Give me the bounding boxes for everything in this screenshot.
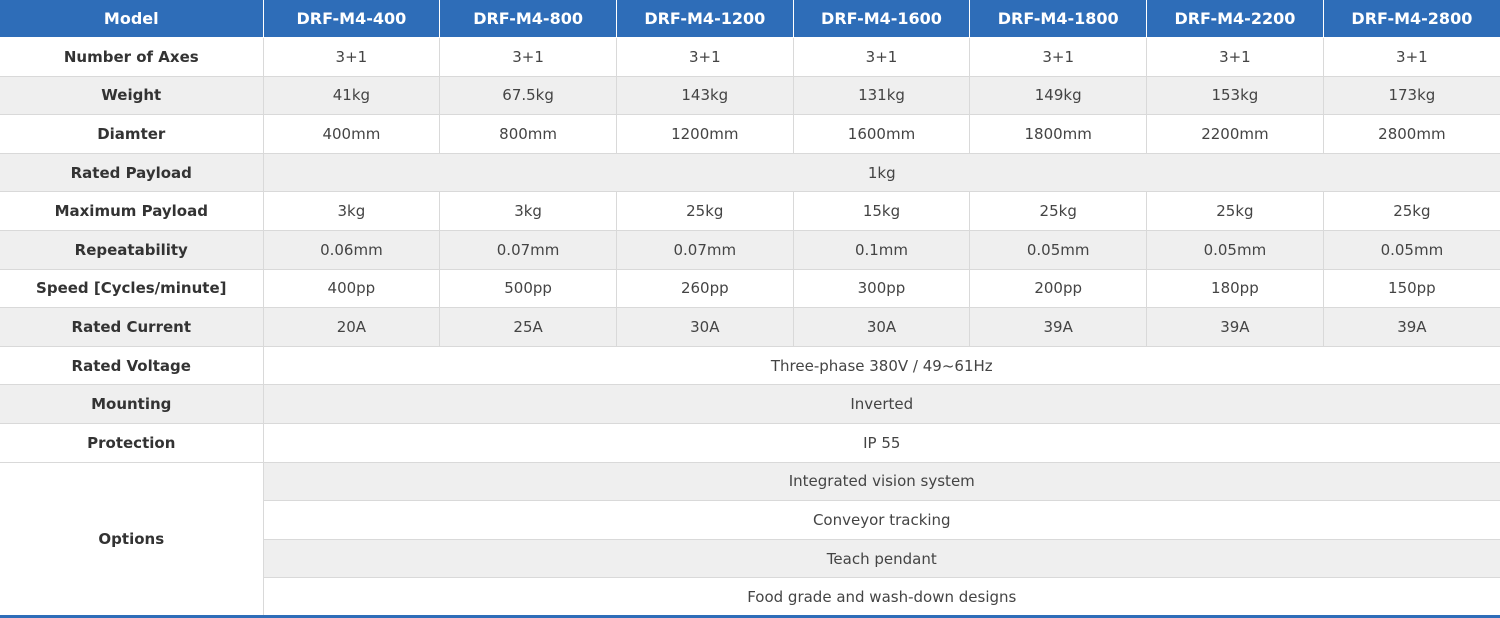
table-cell: 30A	[615, 307, 794, 347]
row-label: Rated Payload	[0, 152, 264, 193]
table-cell-merged: 1kg	[262, 152, 1500, 193]
table-cell-merged: Three-phase 380V / 49~61Hz	[262, 345, 1500, 386]
table-cell: 400mm	[262, 114, 441, 154]
option-item: Integrated vision system	[262, 461, 1500, 502]
row-label: Maximum Payload	[0, 191, 264, 231]
model-header: DRF-M4-400	[262, 0, 441, 38]
row-rated-current: Rated Current 20A 25A 30A 30A 39A 39A 39…	[0, 307, 1500, 347]
table-cell: 150pp	[1322, 268, 1500, 309]
table-cell: 500pp	[439, 268, 617, 309]
table-cell: 25kg	[1146, 191, 1324, 231]
model-header: DRF-M4-1800	[969, 0, 1148, 38]
table-cell: 0.07mm	[439, 229, 617, 270]
option-item: Teach pendant	[263, 538, 1500, 579]
table-cell: 153kg	[1146, 75, 1324, 116]
row-label: Mounting	[0, 384, 264, 424]
table-cell: 149kg	[969, 75, 1148, 116]
table-cell: 39A	[1322, 307, 1500, 347]
table-cell-merged: Inverted	[262, 384, 1500, 424]
table-cell: 2800mm	[1322, 114, 1500, 154]
table-cell: 3+1	[439, 37, 617, 77]
spec-table: Model DRF-M4-400 DRF-M4-800 DRF-M4-1200 …	[0, 0, 1500, 618]
table-cell: 3+1	[262, 37, 441, 77]
spec-table-body: Number of Axes 3+1 3+1 3+1 3+1 3+1 3+1 3…	[0, 37, 1500, 618]
table-cell: 260pp	[615, 268, 794, 309]
table-cell: 0.05mm	[1146, 229, 1324, 270]
row-repeatability: Repeatability 0.06mm 0.07mm 0.07mm 0.1mm…	[0, 229, 1500, 270]
table-cell: 300pp	[792, 268, 971, 309]
table-cell: 3+1	[969, 37, 1148, 77]
row-options: Options Integrated vision system	[0, 461, 1500, 618]
row-maximum-payload: Maximum Payload 3kg 3kg 25kg 15kg 25kg 2…	[0, 191, 1500, 231]
row-weight: Weight 41kg 67.5kg 143kg 131kg 149kg 153…	[0, 75, 1500, 116]
model-header: DRF-M4-800	[439, 0, 617, 38]
table-cell: 800mm	[439, 114, 617, 154]
row-mounting: Mounting Inverted	[0, 384, 1500, 424]
header-row: Model DRF-M4-400 DRF-M4-800 DRF-M4-1200 …	[0, 0, 1500, 38]
table-cell: 15kg	[792, 191, 971, 231]
table-cell: 25kg	[615, 191, 794, 231]
table-cell: 1200mm	[615, 114, 794, 154]
model-header: DRF-M4-2200	[1146, 0, 1324, 38]
table-cell: 143kg	[615, 75, 794, 116]
spec-table-header: Model DRF-M4-400 DRF-M4-800 DRF-M4-1200 …	[0, 0, 1500, 38]
row-label: Weight	[0, 75, 264, 116]
table-cell: 3kg	[262, 191, 441, 231]
table-cell: 1600mm	[792, 114, 971, 154]
table-cell: 0.1mm	[792, 229, 971, 270]
table-cell: 30A	[792, 307, 971, 347]
option-item: Food grade and wash-down designs	[263, 577, 1500, 617]
table-cell: 3kg	[439, 191, 617, 231]
row-number-of-axes: Number of Axes 3+1 3+1 3+1 3+1 3+1 3+1 3…	[0, 37, 1500, 77]
option-item: Conveyor tracking	[263, 500, 1500, 540]
table-cell: 39A	[1146, 307, 1324, 347]
table-cell: 25A	[439, 307, 617, 347]
row-label: Speed [Cycles/minute]	[0, 268, 264, 309]
table-cell-merged: IP 55	[262, 422, 1500, 463]
table-cell: 173kg	[1322, 75, 1500, 116]
row-protection: Protection IP 55	[0, 422, 1500, 463]
table-cell: 41kg	[262, 75, 441, 116]
table-cell: 1800mm	[969, 114, 1148, 154]
table-cell: 3+1	[1322, 37, 1500, 77]
table-cell: 0.07mm	[615, 229, 794, 270]
table-cell: 20A	[262, 307, 441, 347]
table-cell: 2200mm	[1146, 114, 1324, 154]
table-cell: 180pp	[1146, 268, 1324, 309]
table-cell: 3+1	[792, 37, 971, 77]
row-speed: Speed [Cycles/minute] 400pp 500pp 260pp …	[0, 268, 1500, 309]
model-header: DRF-M4-2800	[1322, 0, 1500, 38]
table-cell: 200pp	[969, 268, 1148, 309]
table-cell: 3+1	[615, 37, 794, 77]
row-label: Rated Voltage	[0, 345, 264, 386]
row-label: Diamter	[0, 114, 264, 154]
header-label-model: Model	[0, 0, 264, 38]
model-header: DRF-M4-1600	[792, 0, 971, 38]
table-cell: 67.5kg	[439, 75, 617, 116]
model-header: DRF-M4-1200	[615, 0, 794, 38]
table-cell: 0.06mm	[262, 229, 441, 270]
table-cell: 25kg	[969, 191, 1148, 231]
table-cell: 400pp	[262, 268, 441, 309]
row-diameter: Diamter 400mm 800mm 1200mm 1600mm 1800mm…	[0, 114, 1500, 154]
table-cell: 25kg	[1322, 191, 1500, 231]
row-rated-payload: Rated Payload 1kg	[0, 152, 1500, 193]
row-label: Protection	[0, 422, 264, 463]
table-cell: 3+1	[1146, 37, 1324, 77]
table-cell: 131kg	[792, 75, 971, 116]
table-cell: 0.05mm	[1322, 229, 1500, 270]
table-cell: 39A	[969, 307, 1148, 347]
row-label: Rated Current	[0, 307, 264, 347]
row-label: Number of Axes	[0, 37, 264, 77]
row-label-options: Options	[0, 461, 264, 618]
row-label: Repeatability	[0, 229, 264, 270]
row-rated-voltage: Rated Voltage Three-phase 380V / 49~61Hz	[0, 345, 1500, 386]
table-cell: 0.05mm	[969, 229, 1148, 270]
